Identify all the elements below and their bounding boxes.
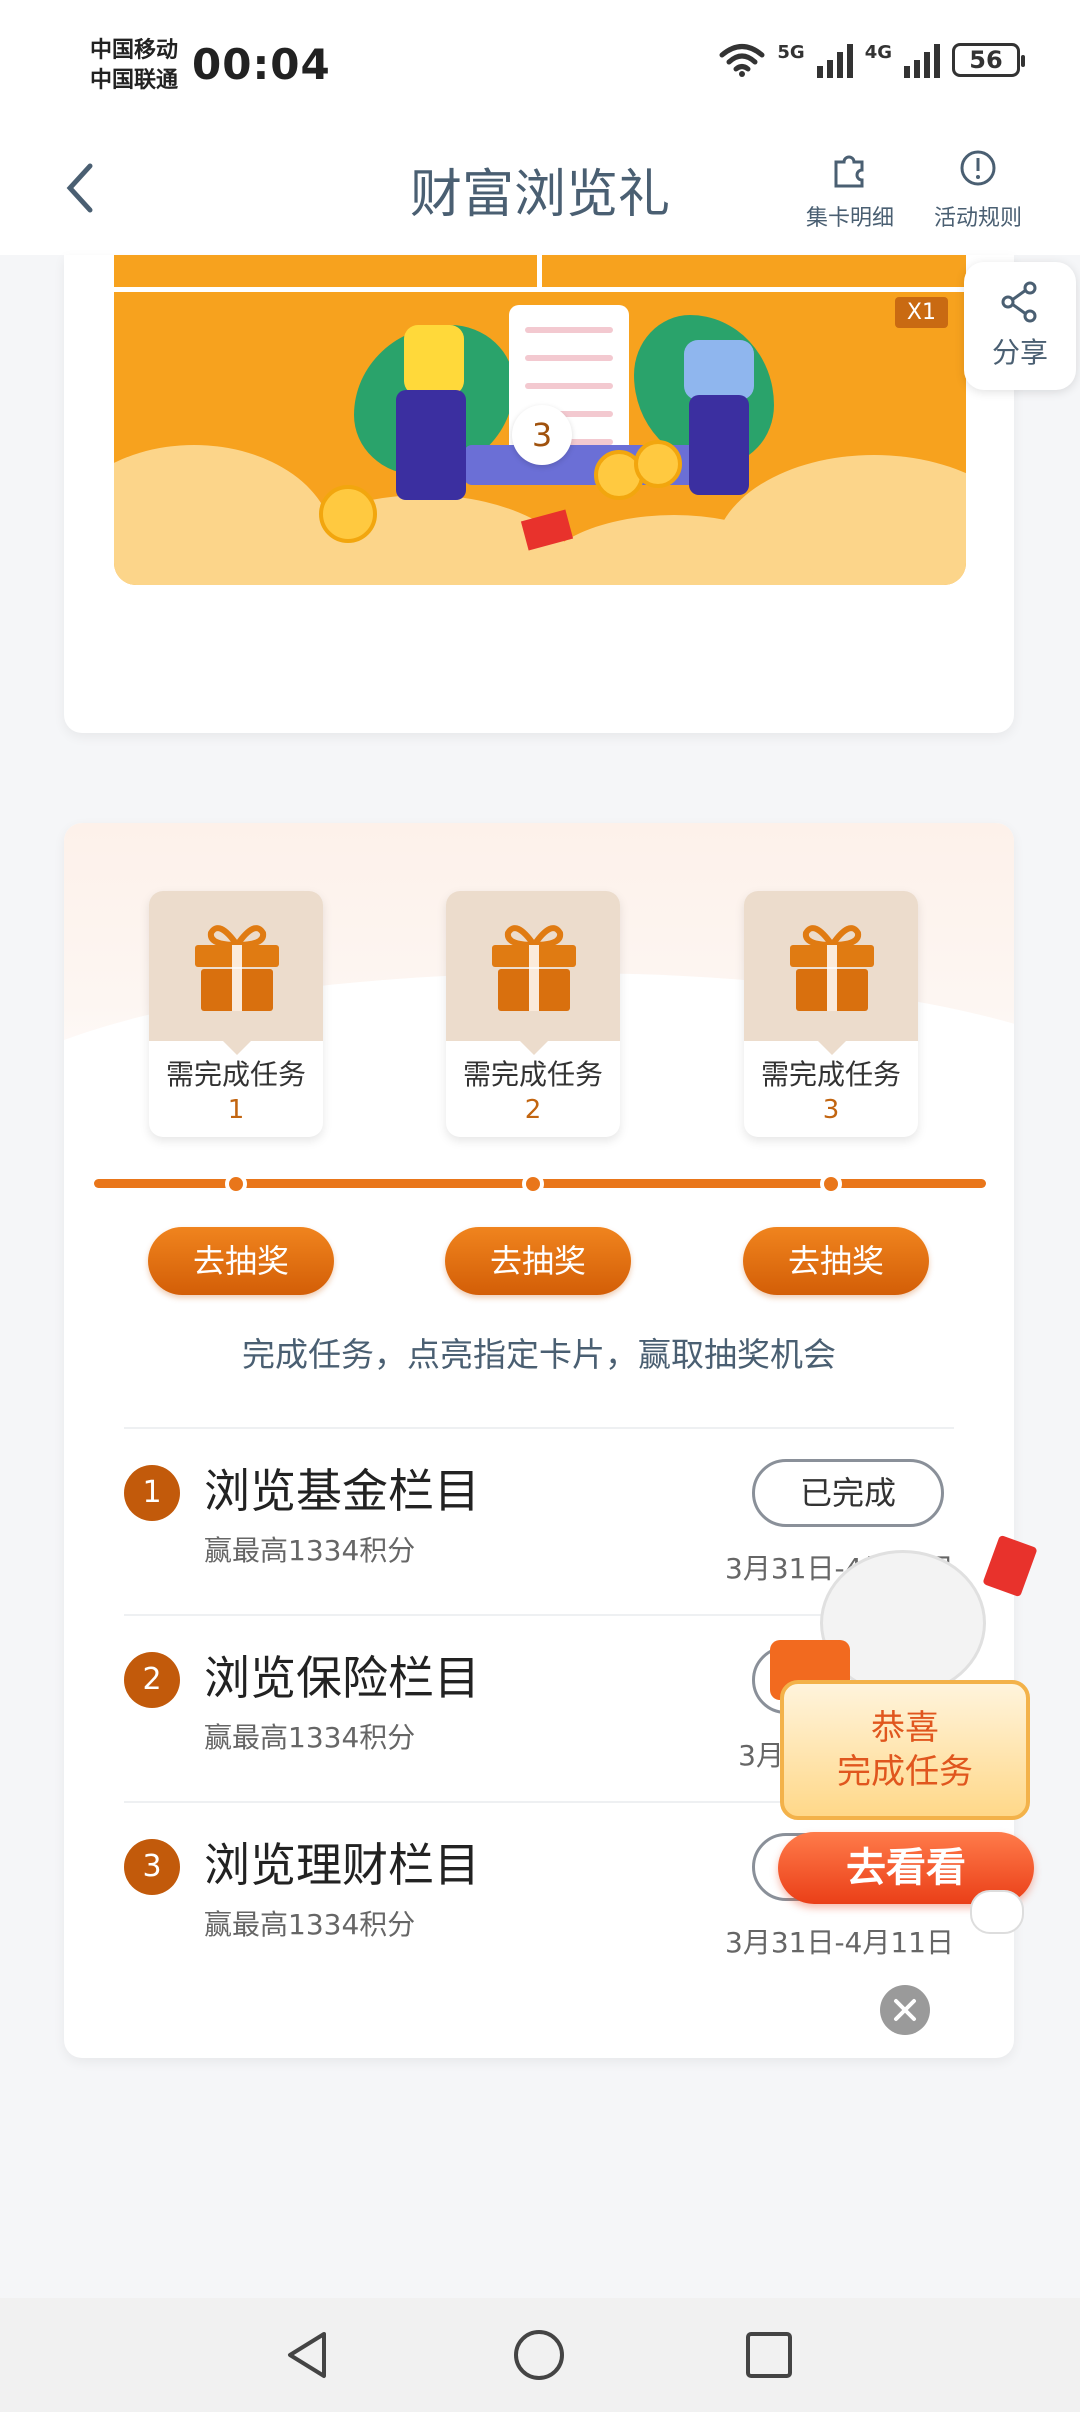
puzzle-icon xyxy=(834,155,864,188)
network-type-1: 5G xyxy=(777,42,805,63)
share-button[interactable]: 分享 xyxy=(964,262,1076,390)
task-reward: 赢最高1334积分 xyxy=(204,1908,416,1941)
carrier-2: 中国联通 xyxy=(90,68,179,93)
close-icon xyxy=(894,1999,916,2021)
circle-home-icon xyxy=(514,2330,564,2380)
gift-card-label: 需完成任务 xyxy=(760,1058,901,1091)
gift-card-label: 需完成任务 xyxy=(462,1058,603,1091)
gift-icon xyxy=(790,925,874,1011)
promo-line-2: 完成任务 xyxy=(837,1752,973,1792)
info-icon xyxy=(960,150,996,186)
status-bar: 中国移动 中国联通 00:04 5G 4G 56 xyxy=(0,0,1080,130)
card-number-badge: 3 xyxy=(512,405,572,465)
carrier-info: 中国移动 中国联通 xyxy=(90,36,178,96)
task-number-badge: 3 xyxy=(124,1839,180,1895)
banner-divider xyxy=(537,255,542,290)
promo-message: 恭喜 完成任务 xyxy=(780,1680,1030,1820)
task-status-button[interactable]: 已完成 xyxy=(752,1459,944,1527)
draw-button-3[interactable]: 去抽奖 xyxy=(743,1227,929,1295)
coin-icon xyxy=(634,440,682,488)
battery-icon: 56 xyxy=(952,43,1025,77)
task-title: 浏览理财栏目 xyxy=(204,1838,480,1892)
task-reward: 赢最高1334积分 xyxy=(204,1534,416,1567)
promo-line-1: 恭喜 xyxy=(871,1708,939,1748)
gift-card-1[interactable]: 需完成任务 1 xyxy=(149,891,323,1137)
system-nav-bar xyxy=(0,2298,1080,2412)
task-reward: 赢最高1334积分 xyxy=(204,1721,416,1754)
clock: 00:04 xyxy=(192,40,331,89)
coin-icon xyxy=(319,485,377,543)
gift-card-3[interactable]: 需完成任务 3 xyxy=(744,891,918,1137)
hand-pointer-icon xyxy=(970,1890,1024,1934)
draw-button-2[interactable]: 去抽奖 xyxy=(445,1227,631,1295)
card-detail-label: 集卡明细 xyxy=(806,206,895,231)
red-envelope-icon xyxy=(982,1534,1038,1598)
status-icons: 5G 4G 56 xyxy=(719,42,1025,78)
nav-back-button[interactable] xyxy=(280,2328,334,2386)
nav-home-button[interactable] xyxy=(512,2328,566,2386)
close-popup-button[interactable] xyxy=(880,1985,930,2035)
wifi-icon xyxy=(719,44,765,77)
gift-card-2[interactable]: 需完成任务 2 xyxy=(446,891,620,1137)
person-illustration xyxy=(404,325,464,395)
task-hint: 完成任务，点亮指定卡片，赢取抽奖机会 xyxy=(242,1335,836,1374)
nav-bar: 财富浏览礼 集卡明细 活动规则 xyxy=(0,130,1080,255)
gift-card-count: 3 xyxy=(822,1095,840,1125)
page-title: 财富浏览礼 xyxy=(409,165,670,225)
person-illustration xyxy=(689,395,749,495)
gift-icon xyxy=(195,925,279,1011)
card-multiplier-badge: X1 xyxy=(894,297,948,328)
rules-label: 活动规则 xyxy=(934,206,1023,231)
carrier-1: 中国移动 xyxy=(90,38,179,63)
share-label: 分享 xyxy=(991,336,1048,369)
progress-node xyxy=(522,1173,544,1195)
card-preview-panel: 3 X1 xyxy=(64,255,1014,733)
gift-card-count: 2 xyxy=(524,1095,542,1125)
task-number-badge: 1 xyxy=(124,1465,180,1521)
rules-button[interactable]: 活动规则 xyxy=(934,148,1022,232)
triangle-back-icon xyxy=(288,2332,326,2378)
progress-node xyxy=(225,1173,247,1195)
gift-card-label: 需完成任务 xyxy=(165,1058,306,1091)
task-complete-popup[interactable]: 恭喜 完成任务 去看看 xyxy=(760,1534,1060,1940)
task-title: 浏览保险栏目 xyxy=(204,1651,480,1705)
task-title: 浏览基金栏目 xyxy=(204,1464,480,1518)
draw-button-1[interactable]: 去抽奖 xyxy=(148,1227,334,1295)
person-illustration xyxy=(396,390,466,500)
task-number-badge: 2 xyxy=(124,1652,180,1708)
gift-card-count: 1 xyxy=(227,1095,245,1125)
card-detail-button[interactable]: 集卡明细 xyxy=(806,148,894,232)
nav-recents-button[interactable] xyxy=(742,2328,796,2386)
signal-icon xyxy=(904,42,940,78)
share-icon xyxy=(1001,281,1037,323)
square-recents-icon xyxy=(746,2332,792,2378)
signal-icon xyxy=(816,42,853,78)
progress-node xyxy=(820,1173,842,1195)
gift-icon xyxy=(492,925,576,1011)
person-illustration xyxy=(684,340,754,400)
card-banner-image[interactable]: 3 X1 xyxy=(114,255,966,585)
network-type-2: 4G xyxy=(864,42,892,63)
